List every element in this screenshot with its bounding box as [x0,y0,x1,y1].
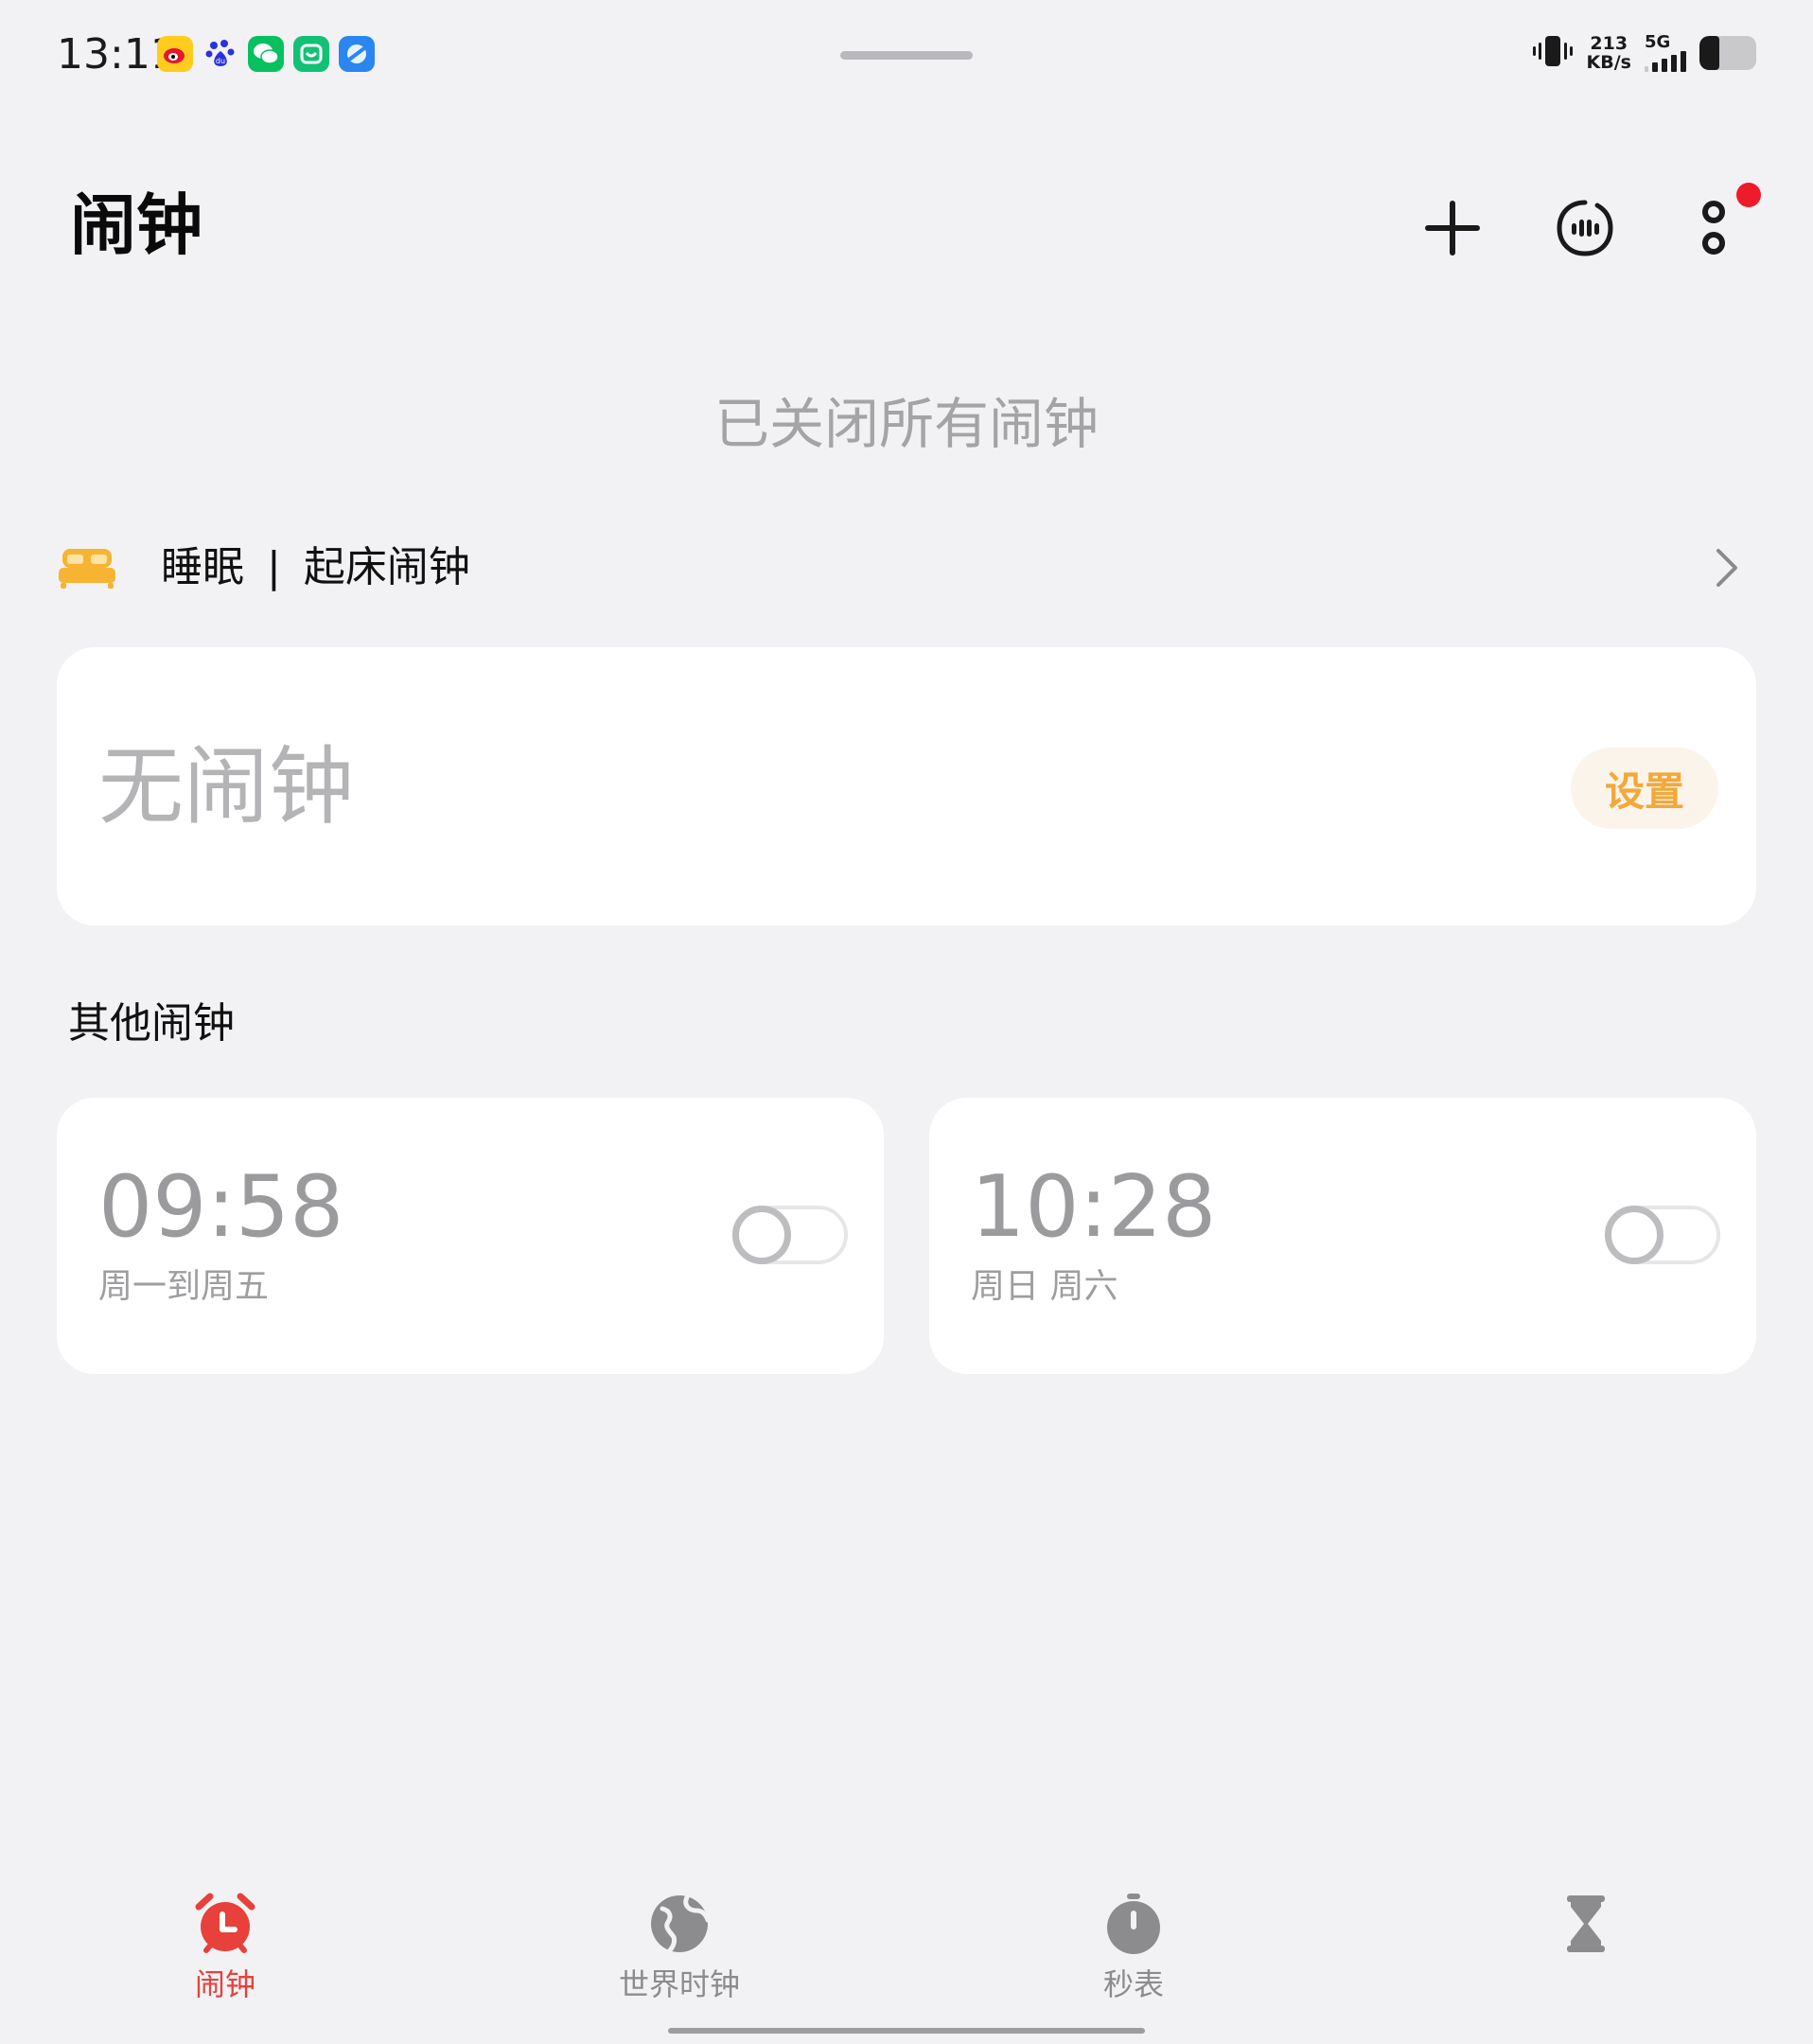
other-alarms-title: 其他闹钟 [68,999,235,1048]
signal-bars-icon [1645,51,1686,72]
nav-label: 秒表 [1102,1966,1164,2002]
insight-icon [1557,200,1613,256]
wake-alarm-title: 起床闹钟 [303,543,470,591]
status-right-icons: 213 KB/s 5G [1532,32,1756,74]
hourglass-icon [1565,1888,1607,1960]
sleep-title: 睡眠 [161,543,244,591]
more-icon [1702,201,1725,255]
set-alarm-button[interactable]: 设置 [1571,748,1718,829]
add-alarm-button[interactable] [1410,185,1495,271]
alarm-toggle[interactable] [1605,1206,1720,1264]
sleep-label: 睡眠 | 起床闹钟 [161,541,470,594]
sleep-wake-alarm-row[interactable]: 睡眠 | 起床闹钟 [57,539,1756,596]
nav-item-alarm[interactable]: 闹钟 [121,1888,329,2005]
add-icon [1425,201,1480,256]
no-alarm-text: 无闹钟 [98,737,354,837]
toggle-knob [732,1206,791,1264]
battery-icon [1699,36,1756,70]
notification-icons: du [157,36,375,72]
nav-item-stopwatch[interactable]: 秒表 [1030,1888,1238,2005]
weibo-icon [157,36,193,72]
chevron-right-icon [1715,547,1739,589]
wake-alarm-card[interactable]: 无闹钟 设置 [57,647,1756,925]
notification-dot [1736,183,1761,207]
nav-item-timer[interactable] [1482,1888,1690,1964]
browser-icon [339,36,375,72]
alarm-time: 10:28 [971,1157,1217,1257]
drag-handle[interactable] [840,51,973,60]
network-speed-unit: KB/s [1586,52,1631,73]
nav-label: 闹钟 [194,1966,255,2002]
svg-text:du: du [216,57,225,65]
alarm-card[interactable]: 09:58 周一到周五 [57,1098,884,1374]
bottom-navigation: 闹钟 世界时钟 秒表 [0,1888,1813,2011]
network-speed-value: 213 [1590,33,1628,54]
vibrate-icon [1532,32,1574,74]
stopwatch-icon [1104,1888,1163,1960]
network-speed: 213 KB/s [1587,34,1631,72]
alarm-clock-icon [193,1888,257,1960]
alarm-repeat-days: 周一到周五 [98,1267,270,1306]
sleep-insight-button[interactable] [1542,185,1628,271]
alarm-card[interactable]: 10:28 周日 周六 [929,1098,1756,1374]
nav-item-world-clock[interactable]: 世界时钟 [575,1888,783,2005]
all-alarms-closed-note: 已关闭所有闹钟 [713,392,1099,456]
nav-label: 世界时钟 [618,1966,740,2002]
signal-indicator: 5G [1645,34,1686,72]
alarm-time: 09:58 [98,1157,344,1257]
globe-icon [649,1888,710,1960]
bed-icon [57,539,132,596]
baidu-icon: du [202,36,238,72]
wechat-icon [248,36,284,72]
network-type: 5G [1645,32,1671,52]
page-title: 闹钟 [70,186,202,264]
message-icon [293,36,329,72]
battery-level [1699,36,1719,70]
home-indicator[interactable] [668,2028,1145,2034]
alarm-toggle[interactable] [732,1206,848,1264]
alarm-repeat-days: 周日 周六 [971,1267,1118,1306]
sleep-separator: | [267,543,281,591]
toggle-knob [1605,1206,1663,1264]
